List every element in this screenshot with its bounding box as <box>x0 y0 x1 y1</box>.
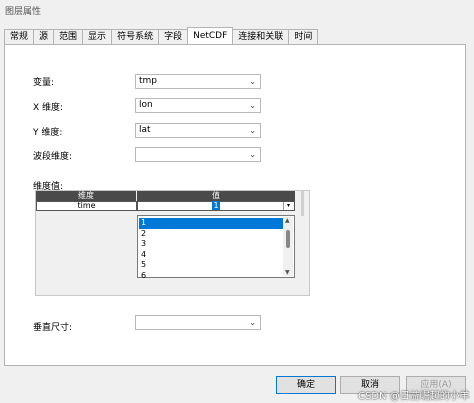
scroll-thumb[interactable] <box>286 230 290 248</box>
tab-source[interactable]: 源 <box>33 29 55 44</box>
ok-button[interactable]: 确定 <box>276 376 336 394</box>
vertical-dimension-label: 垂直尺寸: <box>33 323 73 333</box>
value-dropdown-list: 1 2 3 4 5 6 ▲ ▼ <box>137 215 295 278</box>
y-dimension-select[interactable]: lat ⌄ <box>135 123 261 138</box>
netcdf-panel: 变量: tmp ⌄ X 维度: lon ⌄ Y 维度: lat ⌄ 波段维度: … <box>4 44 466 366</box>
vertical-dimension-select[interactable]: ⌄ <box>135 315 261 330</box>
chevron-down-icon: ⌄ <box>249 150 256 159</box>
scroll-down-icon[interactable]: ▼ <box>285 269 290 276</box>
chevron-down-icon: ⌄ <box>249 318 256 327</box>
tab-netcdf[interactable]: NetCDF <box>187 27 234 44</box>
dropdown-option[interactable]: 5 <box>139 260 283 271</box>
tab-joins-relates[interactable]: 连接和关联 <box>232 29 290 44</box>
dropdown-option[interactable]: 1 <box>139 218 283 229</box>
tab-fields[interactable]: 字段 <box>158 29 189 44</box>
dropdown-scrollbar[interactable]: ▲ ▼ <box>283 217 293 276</box>
tab-strip: 常规 源 范围 显示 符号系统 字段 NetCDF 连接和关联 时间 <box>4 27 319 45</box>
tab-display[interactable]: 显示 <box>82 29 113 44</box>
watermark-text: CSDN @日益崛起的小羊 <box>358 391 470 402</box>
dropdown-option[interactable]: 4 <box>139 250 283 261</box>
variable-select[interactable]: tmp ⌄ <box>135 74 261 89</box>
chevron-down-icon: ⌄ <box>249 126 256 135</box>
chevron-down-icon: ⌄ <box>249 101 256 110</box>
x-dimension-label: X 维度: <box>33 103 64 113</box>
dimension-values-grid: 维度 值 time 1 ▾ 1 2 3 4 5 6 ▲ ▼ <box>35 190 310 296</box>
variable-value: tmp <box>139 76 158 86</box>
y-dimension-label: Y 维度: <box>33 128 63 138</box>
band-dimension-select[interactable]: ⌄ <box>135 147 261 162</box>
band-dimension-label: 波段维度: <box>33 152 73 162</box>
variable-label: 变量: <box>33 78 55 88</box>
column-header-dimension: 维度 <box>36 191 136 201</box>
chevron-down-icon: ⌄ <box>249 77 256 86</box>
scroll-up-icon[interactable]: ▲ <box>285 217 290 224</box>
title-bar: 图层属性 <box>0 0 474 20</box>
tab-time[interactable]: 时间 <box>288 29 319 44</box>
window-title: 图层属性 <box>5 7 42 17</box>
dropdown-option[interactable]: 3 <box>139 239 283 250</box>
grid-scrollbar[interactable] <box>301 191 304 216</box>
tab-symbology[interactable]: 符号系统 <box>111 29 160 44</box>
column-header-value: 值 <box>137 191 295 201</box>
tab-general[interactable]: 常规 <box>4 29 35 44</box>
x-dimension-select[interactable]: lon ⌄ <box>135 98 261 113</box>
dropdown-option[interactable]: 2 <box>139 229 283 240</box>
dropdown-arrow-icon[interactable]: ▾ <box>283 202 293 210</box>
cell-value-editor[interactable]: 1 ▾ <box>137 201 295 211</box>
dropdown-option[interactable]: 6 <box>139 271 283 278</box>
cell-dimension-name: time <box>36 201 137 211</box>
tab-extent[interactable]: 范围 <box>53 29 84 44</box>
x-dimension-value: lon <box>139 100 153 110</box>
cell-value-text: 1 <box>212 201 220 210</box>
y-dimension-value: lat <box>139 125 151 135</box>
